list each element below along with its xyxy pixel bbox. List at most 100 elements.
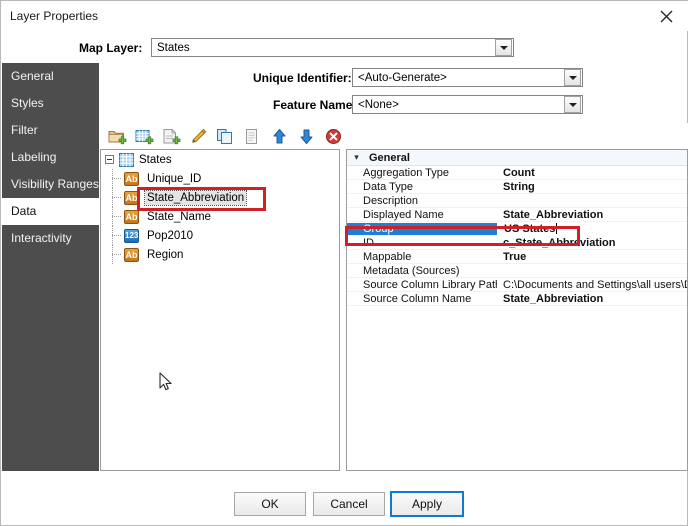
tree-item-unique-id[interactable]: Ab Unique_ID <box>101 169 339 188</box>
close-icon[interactable] <box>643 1 688 31</box>
ok-button[interactable]: OK <box>234 492 306 516</box>
property-name: Group <box>347 222 497 235</box>
tree-root-states[interactable]: States <box>101 150 339 169</box>
columns-tree[interactable]: States Ab Unique_ID Ab State_Abbreviatio… <box>100 149 340 471</box>
text-column-icon: Ab <box>124 247 139 262</box>
map-layer-label: Map Layer: <box>79 41 143 55</box>
property-value[interactable]: c_State_Abbreviation <box>497 237 687 249</box>
property-name: Mappable <box>363 250 412 263</box>
tree-line <box>112 178 121 179</box>
sidebar-item-visibility-ranges[interactable]: Visibility Ranges <box>2 171 99 198</box>
property-row-displayed-name[interactable]: Displayed Name State_Abbreviation <box>347 208 687 222</box>
property-name: Displayed Name <box>363 208 444 221</box>
tree-root-label: States <box>139 153 172 166</box>
sidebar-item-label: Labeling <box>11 150 57 164</box>
number-column-icon: 123 <box>124 228 139 243</box>
title-bar: Layer Properties <box>1 1 688 31</box>
property-name: Source Column Name <box>363 292 472 305</box>
property-row-description[interactable]: Description <box>347 194 687 208</box>
property-category-general[interactable]: ▾ General <box>347 150 687 166</box>
unique-identifier-value: <Auto-Generate> <box>358 71 447 84</box>
tree-item-label: Pop2010 <box>147 229 194 242</box>
property-row-id[interactable]: ID c_State_Abbreviation <box>347 236 687 250</box>
property-row-source-column-name[interactable]: Source Column Name State_Abbreviation <box>347 292 687 306</box>
property-row-group[interactable]: Group US States <box>347 221 687 236</box>
property-row-aggregation-type[interactable]: Aggregation Type Count <box>347 166 687 180</box>
move-down-icon[interactable] <box>293 124 320 148</box>
sidebar-item-data[interactable]: Data <box>2 198 101 225</box>
sidebar-item-label: Data <box>11 204 37 218</box>
sidebar-item-label: Interactivity <box>11 231 72 245</box>
property-row-mappable[interactable]: Mappable True <box>347 250 687 264</box>
property-category-label: General <box>369 151 410 164</box>
property-row-source-column-library-path[interactable]: Source Column Library Path C:\Documents … <box>347 278 687 292</box>
map-layer-value: States <box>157 41 190 54</box>
chevron-down-icon[interactable] <box>495 39 512 56</box>
sidebar-item-label: General <box>11 69 54 83</box>
map-layer-select[interactable]: States <box>151 38 514 57</box>
move-up-icon[interactable] <box>266 124 293 148</box>
text-column-icon: Ab <box>124 171 139 186</box>
property-value[interactable]: Count <box>497 167 687 179</box>
group-value-input[interactable]: US States <box>497 221 687 236</box>
property-name: Data Type <box>363 180 413 193</box>
sidebar-item-interactivity[interactable]: Interactivity <box>2 225 99 252</box>
tree-item-state-abbreviation[interactable]: Ab State_Abbreviation <box>101 188 339 207</box>
copy-icon[interactable] <box>212 124 239 148</box>
cancel-button[interactable]: Cancel <box>313 492 385 516</box>
paste-icon[interactable] <box>239 124 266 148</box>
group-value-text: US States <box>504 222 556 235</box>
add-folder-icon[interactable] <box>104 124 131 148</box>
property-name: Aggregation Type <box>363 166 450 179</box>
property-row-metadata-sources[interactable]: Metadata (Sources) <box>347 264 687 278</box>
tree-item-label: Unique_ID <box>147 172 202 185</box>
tree-line <box>112 235 121 236</box>
chevron-down-icon[interactable] <box>564 96 581 113</box>
property-grid[interactable]: ▾ General Aggregation Type Count Data Ty… <box>346 149 688 471</box>
property-value[interactable]: State_Abbreviation <box>497 293 687 305</box>
unique-identifier-label: Unique Identifier: <box>253 71 352 85</box>
window-title: Layer Properties <box>10 9 99 23</box>
tree-item-state-name[interactable]: Ab State_Name <box>101 207 339 226</box>
delete-icon[interactable] <box>320 124 347 148</box>
sidebar-item-label: Filter <box>11 123 38 137</box>
add-table-icon[interactable] <box>131 124 158 148</box>
property-name: Source Column Library Path <box>363 278 497 291</box>
collapse-icon[interactable] <box>105 155 114 164</box>
tree-item-region[interactable]: Ab Region <box>101 245 339 264</box>
sidebar-item-labeling[interactable]: Labeling <box>2 144 99 171</box>
tree-item-label: State_Abbreviation <box>143 189 248 206</box>
feature-name-select[interactable]: <None> <box>352 95 583 114</box>
unique-identifier-select[interactable]: <Auto-Generate> <box>352 68 583 87</box>
add-column-icon[interactable] <box>158 124 185 148</box>
text-column-icon: Ab <box>124 190 139 205</box>
sidebar-item-styles[interactable]: Styles <box>2 90 99 117</box>
chevron-down-icon[interactable] <box>564 69 581 86</box>
tree-item-label: State_Name <box>147 210 211 223</box>
sidebar-nav: General Styles Filter Labeling Visibilit… <box>2 63 101 471</box>
layer-properties-dialog: Layer Properties Map Layer: States Gener… <box>0 0 688 526</box>
tree-item-label: Region <box>147 248 184 261</box>
sidebar-item-general[interactable]: General <box>2 63 99 90</box>
property-name: ID <box>363 236 374 249</box>
apply-button[interactable]: Apply <box>390 491 464 517</box>
chevron-down-icon[interactable]: ▾ <box>350 152 363 163</box>
tree-line <box>112 254 121 255</box>
edit-pencil-icon[interactable] <box>185 124 212 148</box>
sidebar-item-label: Visibility Ranges <box>11 177 99 191</box>
column-toolbar <box>100 123 688 149</box>
property-name: Metadata (Sources) <box>363 264 460 277</box>
property-value[interactable]: C:\Documents and Settings\all users\D <box>497 279 687 291</box>
tree-item-pop2010[interactable]: 123 Pop2010 <box>101 226 339 245</box>
text-caret <box>556 222 558 234</box>
property-row-data-type[interactable]: Data Type String <box>347 180 687 194</box>
property-value[interactable]: State_Abbreviation <box>497 209 687 221</box>
property-value[interactable]: String <box>497 181 687 193</box>
sidebar-item-label: Styles <box>11 96 44 110</box>
sidebar-item-filter[interactable]: Filter <box>2 117 99 144</box>
feature-name-label: Feature Name: <box>273 98 357 112</box>
tree-line <box>112 216 121 217</box>
text-column-icon: Ab <box>124 209 139 224</box>
property-value[interactable]: True <box>497 251 687 263</box>
tree-line <box>112 197 121 198</box>
